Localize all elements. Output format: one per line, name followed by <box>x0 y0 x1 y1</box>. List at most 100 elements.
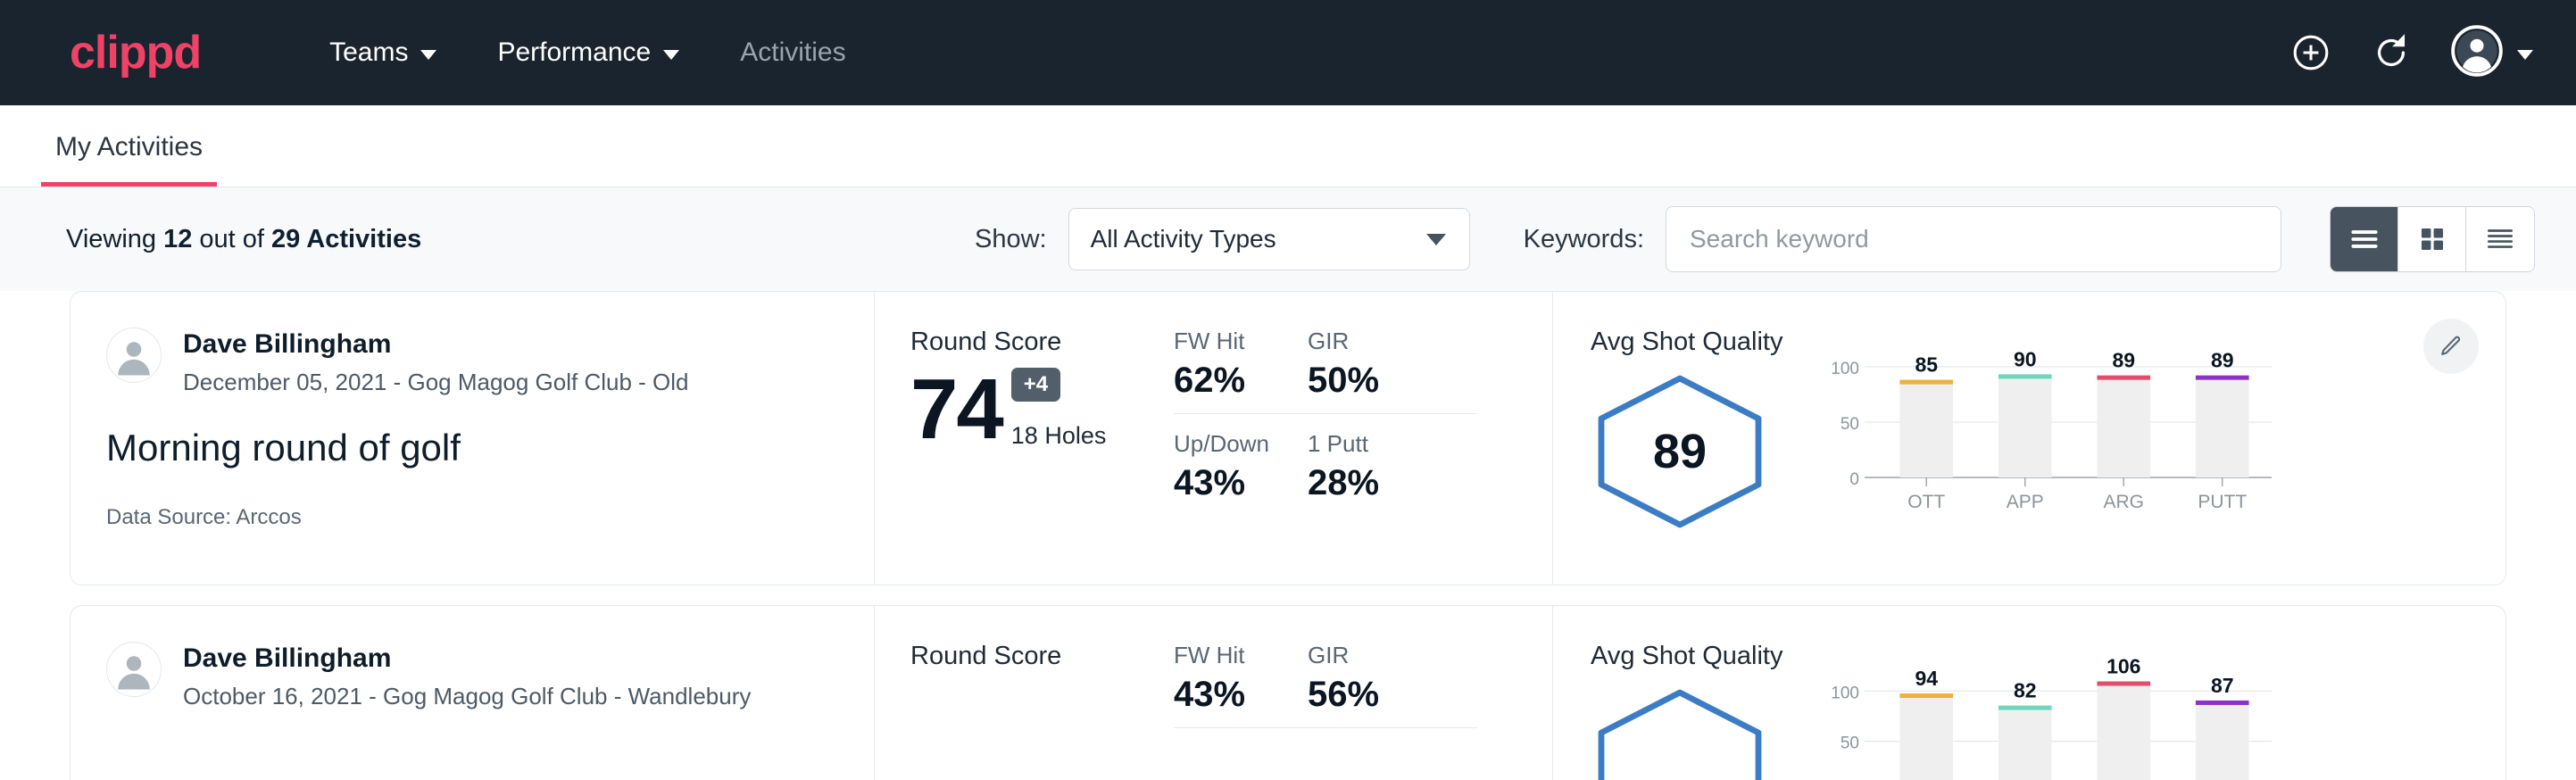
activity-summary: Dave Billingham December 05, 2021 - Gog … <box>71 292 874 585</box>
viewing-count: 12 <box>163 225 192 253</box>
stat-label: 1 Putt <box>1308 430 1450 458</box>
stat-label: GIR <box>1308 328 1450 355</box>
svg-text:100: 100 <box>1832 684 1860 702</box>
svg-text:87: 87 <box>2211 674 2234 697</box>
svg-text:89: 89 <box>2113 349 2136 372</box>
data-source: Data Source: Arccos <box>106 505 835 530</box>
compact-view-button[interactable] <box>2466 207 2534 271</box>
grid-view-button[interactable] <box>2398 207 2466 271</box>
avatar <box>106 328 162 383</box>
refresh-icon[interactable] <box>2371 32 2412 73</box>
svg-text:85: 85 <box>1915 353 1939 377</box>
stat-label: Up/Down <box>1174 430 1281 458</box>
viewing-count-text: Viewing 12 out of 29 Activities <box>66 225 421 254</box>
viewing-mid: out of <box>192 225 271 253</box>
person-name: Dave Billingham <box>183 642 751 676</box>
svg-text:100: 100 <box>1832 360 1860 378</box>
nav-item-label: Activities <box>740 37 845 68</box>
shot-quality-chart: 05010094OTT82APP106ARG87PUTT <box>1813 642 2277 780</box>
nav-item-performance[interactable]: Performance <box>467 29 710 77</box>
round-score-block: Round Score <box>874 606 1142 780</box>
activity-type-select[interactable]: All Activity Types <box>1068 208 1470 270</box>
stat-label: FW Hit <box>1174 642 1281 669</box>
viewing-total: 29 Activities <box>271 225 421 253</box>
svg-text:ARG: ARG <box>2104 492 2145 512</box>
person-row: Dave Billingham October 16, 2021 - Gog M… <box>106 642 835 710</box>
activity-meta: October 16, 2021 - Gog Magog Golf Club -… <box>183 683 751 710</box>
tab-bar: My Activities <box>0 105 2576 187</box>
shot-quality-block: Avg Shot Quality 05010094OTT82APP106ARG8… <box>1552 606 2505 780</box>
svg-text:0: 0 <box>1850 470 1860 489</box>
activity-card[interactable]: Dave Billingham December 05, 2021 - Gog … <box>70 291 2506 585</box>
show-label: Show: <box>975 225 1047 254</box>
activity-summary: Dave Billingham October 16, 2021 - Gog M… <box>71 606 874 780</box>
chevron-down-icon <box>663 50 679 60</box>
stat-label: GIR <box>1308 642 1450 669</box>
account-avatar-icon <box>2451 25 2503 81</box>
person-name: Dave Billingham <box>183 328 689 361</box>
add-circle-icon[interactable] <box>2290 32 2331 73</box>
shot-quality-label: Avg Shot Quality <box>1591 328 1782 357</box>
score-delta-badge: +4 <box>1011 368 1060 402</box>
view-toggle-group <box>2330 206 2535 272</box>
brand-logo[interactable]: clippd <box>70 29 201 76</box>
activity-meta: December 05, 2021 - Gog Magog Golf Club … <box>183 369 689 396</box>
list-view-button[interactable] <box>2331 207 2398 271</box>
activity-card[interactable]: Dave Billingham October 16, 2021 - Gog M… <box>70 605 2506 780</box>
stat-value: 28% <box>1308 463 1450 503</box>
shot-quality-label: Avg Shot Quality <box>1591 642 1782 671</box>
activity-card-list: Dave Billingham December 05, 2021 - Gog … <box>0 291 2576 780</box>
svg-text:89: 89 <box>2211 349 2234 372</box>
person-row: Dave Billingham December 05, 2021 - Gog … <box>106 328 835 396</box>
stat-value: 56% <box>1308 675 1450 715</box>
chevron-down-icon <box>420 50 436 60</box>
svg-text:50: 50 <box>1841 734 1859 753</box>
app-header: clippd Teams Performance Activities <box>0 0 2576 105</box>
round-score-value: 74 <box>910 369 1002 450</box>
stat-value: 50% <box>1308 361 1450 401</box>
stat-gir: GIR 50% <box>1308 328 1477 414</box>
svg-text:90: 90 <box>2014 347 2037 370</box>
stat-value: 62% <box>1174 361 1281 401</box>
round-score-label: Round Score <box>910 328 1142 357</box>
svg-text:OTT: OTT <box>1908 492 1946 512</box>
main-nav: Teams Performance Activities <box>299 29 876 77</box>
header-actions <box>2290 25 2533 81</box>
round-score-row: 74 +4 18 Holes <box>910 368 1142 450</box>
tab-my-activities[interactable]: My Activities <box>41 132 217 187</box>
stat-one-putt: 1 Putt 28% <box>1308 414 1477 503</box>
svg-text:APP: APP <box>2007 492 2044 512</box>
tab-label: My Activities <box>55 132 203 162</box>
viewing-prefix: Viewing <box>66 225 163 253</box>
svg-text:94: 94 <box>1915 667 1939 690</box>
chevron-down-icon <box>1426 234 1446 245</box>
filter-bar: Viewing 12 out of 29 Activities Show: Al… <box>0 187 2576 291</box>
account-menu[interactable] <box>2451 25 2533 81</box>
svg-text:82: 82 <box>2014 679 2037 702</box>
activity-title: Morning round of golf <box>106 427 835 469</box>
shot-quality-hexagon <box>1591 687 1769 780</box>
avatar <box>106 642 162 697</box>
shot-quality-hexagon: 89 <box>1591 373 1769 530</box>
stat-up-down: Up/Down 43% <box>1174 414 1308 503</box>
stat-label: FW Hit <box>1174 328 1281 355</box>
round-score-label: Round Score <box>910 642 1142 671</box>
shot-quality-value <box>1591 687 1769 780</box>
holes-label: 18 Holes <box>1011 422 1107 450</box>
shot-quality-value: 89 <box>1591 373 1769 530</box>
edit-activity-button[interactable] <box>2423 319 2479 374</box>
svg-text:50: 50 <box>1841 415 1859 434</box>
nav-item-activities[interactable]: Activities <box>710 29 876 77</box>
nav-item-teams[interactable]: Teams <box>299 29 467 77</box>
stats-block: FW Hit 43% GIR 56% <box>1142 606 1552 780</box>
nav-item-label: Performance <box>497 37 651 68</box>
stat-fw-hit: FW Hit 43% <box>1174 642 1308 728</box>
activity-type-value: All Activity Types <box>1091 225 1276 253</box>
stat-value: 43% <box>1174 463 1281 503</box>
filter-controls: Show: All Activity Types Keywords: <box>975 206 2535 272</box>
shot-quality-chart: 05010085OTT90APP89ARG89PUTT <box>1813 328 2277 558</box>
nav-item-label: Teams <box>329 37 408 68</box>
search-input[interactable] <box>1666 206 2281 272</box>
stat-fw-hit: FW Hit 62% <box>1174 328 1308 414</box>
shot-quality-block: Avg Shot Quality 89 0 50 100 85 OTT 90 APP 89 AR… <box>1552 292 2505 585</box>
